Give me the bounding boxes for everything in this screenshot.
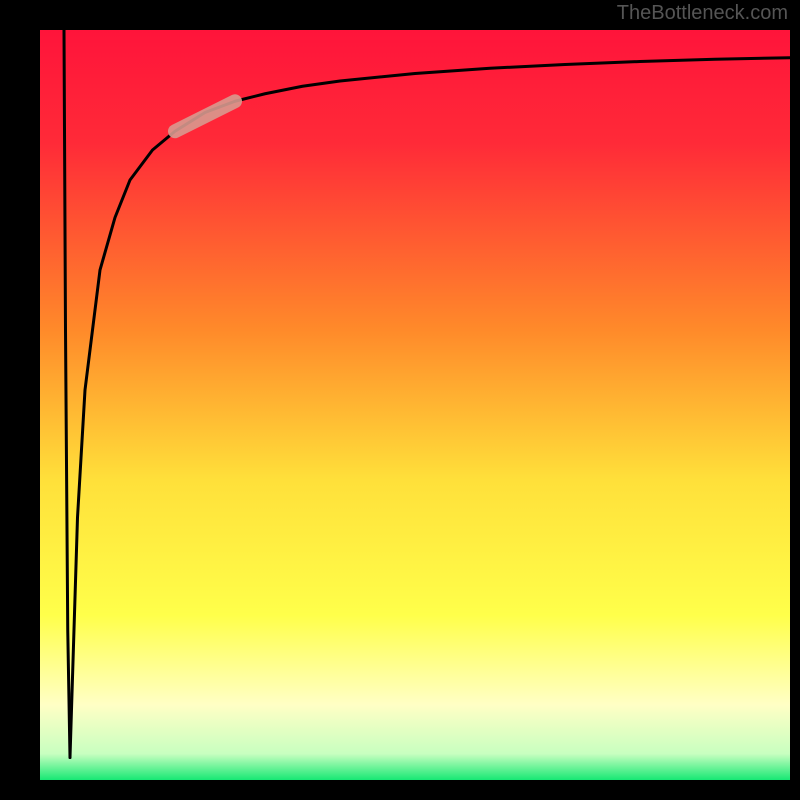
curve-layer (40, 30, 790, 780)
bottleneck-curve-left-descent (64, 30, 70, 758)
attribution-text: TheBottleneck.com (617, 2, 788, 25)
highlight-segment (175, 101, 235, 131)
plot-area (40, 30, 790, 780)
bottleneck-curve-main (70, 58, 790, 758)
